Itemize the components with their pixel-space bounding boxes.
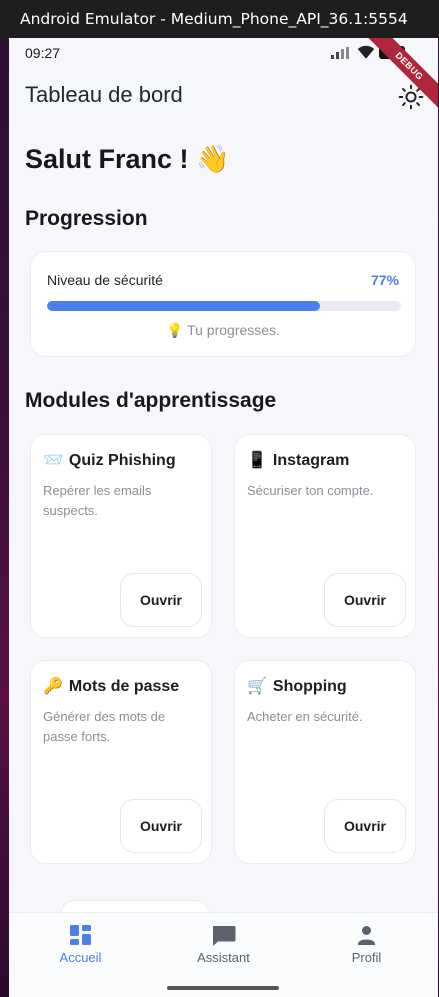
open-instagram-button[interactable]: Ouvrir — [324, 573, 406, 627]
greeting-heading: Salut Franc ! 👋 — [25, 144, 230, 174]
module-card-instagram: 📱 Instagram Sécuriser ton compte. Ouvrir — [234, 434, 416, 638]
nav-item-accueil[interactable]: Accueil — [9, 913, 152, 997]
modules-heading: Modules d'apprentissage — [25, 389, 277, 412]
module-title: 🛒 Shopping — [247, 678, 347, 695]
progress-card: Niveau de sécurité 77% 💡 Tu progresses. — [30, 251, 416, 357]
person-icon — [358, 926, 375, 945]
open-phishing-button[interactable]: Ouvrir — [120, 573, 202, 627]
status-bar: 09:27 DEBUG — [9, 38, 438, 112]
window-title: Android Emulator - Medium_Phone_API_36.1… — [20, 10, 408, 28]
progress-percent: 77% — [370, 272, 399, 288]
status-time: 09:27 — [25, 45, 61, 61]
nav-label: Profil — [351, 950, 382, 965]
wifi-icon — [357, 45, 375, 59]
cart-icon: 🛒 — [247, 678, 267, 695]
module-card-phishing: 📨 Quiz Phishing Repérer les emails suspec… — [30, 434, 212, 638]
module-card-passwords: 🔑 Mots de passe Générer des mots de passe… — [30, 660, 212, 864]
bottom-navigation: Accueil Assistant Profil — [9, 912, 438, 997]
window-title-bar: Android Emulator - Medium_Phone_API_36.1… — [0, 0, 439, 38]
envelope-icon: 📨 — [43, 452, 63, 469]
open-passwords-button[interactable]: Ouvrir — [120, 799, 202, 853]
nav-label: Accueil — [59, 950, 102, 965]
phone-screen: 09:27 DEBUG Tableau de bord Salut Franc … — [9, 38, 438, 997]
module-description: Acheter en sécurité. — [247, 709, 363, 724]
cellular-signal-icon — [331, 47, 349, 59]
progress-heading: Progression — [25, 207, 148, 230]
nav-label: Assistant — [197, 950, 250, 965]
module-card-shopping: 🛒 Shopping Acheter en sécurité. Ouvrir — [234, 660, 416, 864]
key-icon: 🔑 — [43, 678, 63, 695]
chat-icon — [213, 926, 236, 946]
gesture-handle[interactable] — [167, 986, 279, 990]
module-description: Sécuriser ton compte. — [247, 483, 374, 498]
nav-item-assistant[interactable]: Assistant — [152, 913, 295, 997]
phone-icon: 📱 — [247, 452, 267, 469]
sun-icon[interactable] — [398, 84, 424, 110]
open-shopping-button[interactable]: Ouvrir — [324, 799, 406, 853]
module-title: 📱 Instagram — [247, 452, 350, 469]
module-title: 📨 Quiz Phishing — [43, 452, 176, 469]
module-title: 🔑 Mots de passe — [43, 678, 180, 695]
progress-bar-fill — [47, 301, 320, 311]
module-description: Générer des mots de passe forts. — [43, 709, 166, 744]
dashboard-icon — [70, 925, 91, 945]
page-title: Tableau de bord — [25, 82, 183, 107]
module-description: Repérer les emails suspects. — [43, 483, 152, 518]
progress-bar — [47, 301, 401, 311]
progress-hint: 💡 Tu progresses. — [166, 322, 280, 338]
nav-item-profil[interactable]: Profil — [295, 913, 438, 997]
progress-label: Niveau de sécurité — [47, 272, 163, 288]
